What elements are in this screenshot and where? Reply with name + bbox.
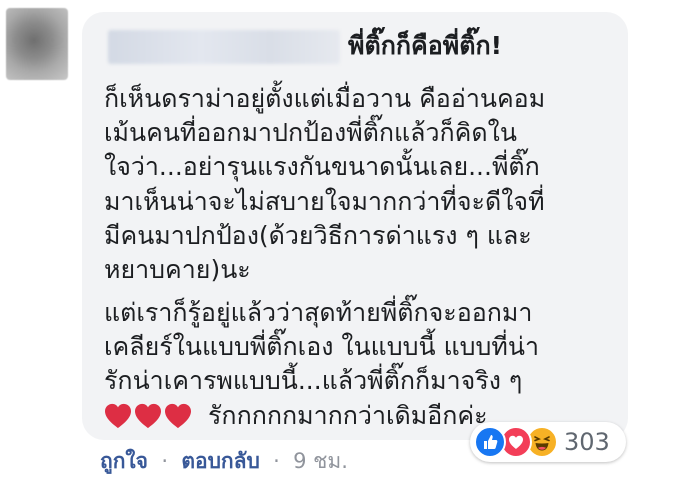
like-link[interactable]: ถูกใจ: [100, 449, 148, 473]
comment-line: รักน่าเคารพแบบนี้...แล้วพี่ติ๊กก็มาจริง …: [104, 366, 523, 396]
heart-icon: [105, 403, 131, 428]
comment-last-line: รักกกกกมากกว่าเดิมอีกค่ะ: [208, 400, 488, 430]
reaction-count: 303: [564, 428, 610, 456]
heart-icon: [165, 403, 191, 428]
comment-paragraph-1: ก็เห็นดราม่าอยู่ตั้งแต่เมื่อวาน คืออ่านค…: [104, 82, 616, 287]
comment-line: มาเห็นน่าจะไม่สบายใจมากกว่าที่จะดีใจที่: [104, 186, 545, 216]
reply-link[interactable]: ตอบกลับ: [181, 449, 260, 473]
heart-icon: [135, 403, 161, 428]
comment-line: แต่เราก็รู้อยู่แล้วว่าสุดท้ายพี่ติ๊กจะออ…: [104, 298, 533, 327]
like-icon: [474, 426, 506, 458]
comment-paragraph-2: แต่เราก็รู้อยู่แล้วว่าสุดท้ายพี่ติ๊กจะออ…: [104, 296, 616, 433]
comment-line: มีคนมาปกป้อง(ด้วยวิธีการด่าแรง ๆ และ: [104, 220, 532, 250]
timestamp-link[interactable]: 9 ชม.: [293, 449, 348, 473]
comment-line: เคลียร์ในแบบพี่ติ๊กเอง ในแบบนี้ แบบที่น่…: [104, 332, 540, 362]
comment-line: หยาบคาย)นะ: [104, 254, 251, 284]
commenter-name-blurred[interactable]: [108, 30, 340, 64]
comment-line: ใจว่า...อย่ารุนแรงกันขนาดนั้นเลย...พี่ติ…: [104, 152, 540, 182]
comment-title: พี่ติ๊กก็คือพี่ติ๊ก!: [348, 31, 502, 60]
hearts-group: [104, 403, 194, 429]
comment-line: ก็เห็นดราม่าอยู่ตั้งแต่เมื่อวาน คืออ่านค…: [104, 84, 546, 113]
commenter-avatar[interactable]: [6, 8, 68, 80]
separator-dot: ·: [161, 449, 168, 473]
separator-dot: ·: [273, 449, 280, 473]
reactions-summary[interactable]: 303: [470, 422, 626, 462]
comment-line: เม้นคนที่ออกมาปกป้องพี่ติ๊กแล้วก็คิดใน: [104, 118, 517, 148]
comment-actions: ถูกใจ · ตอบกลับ · 9 ชม.: [100, 446, 348, 476]
